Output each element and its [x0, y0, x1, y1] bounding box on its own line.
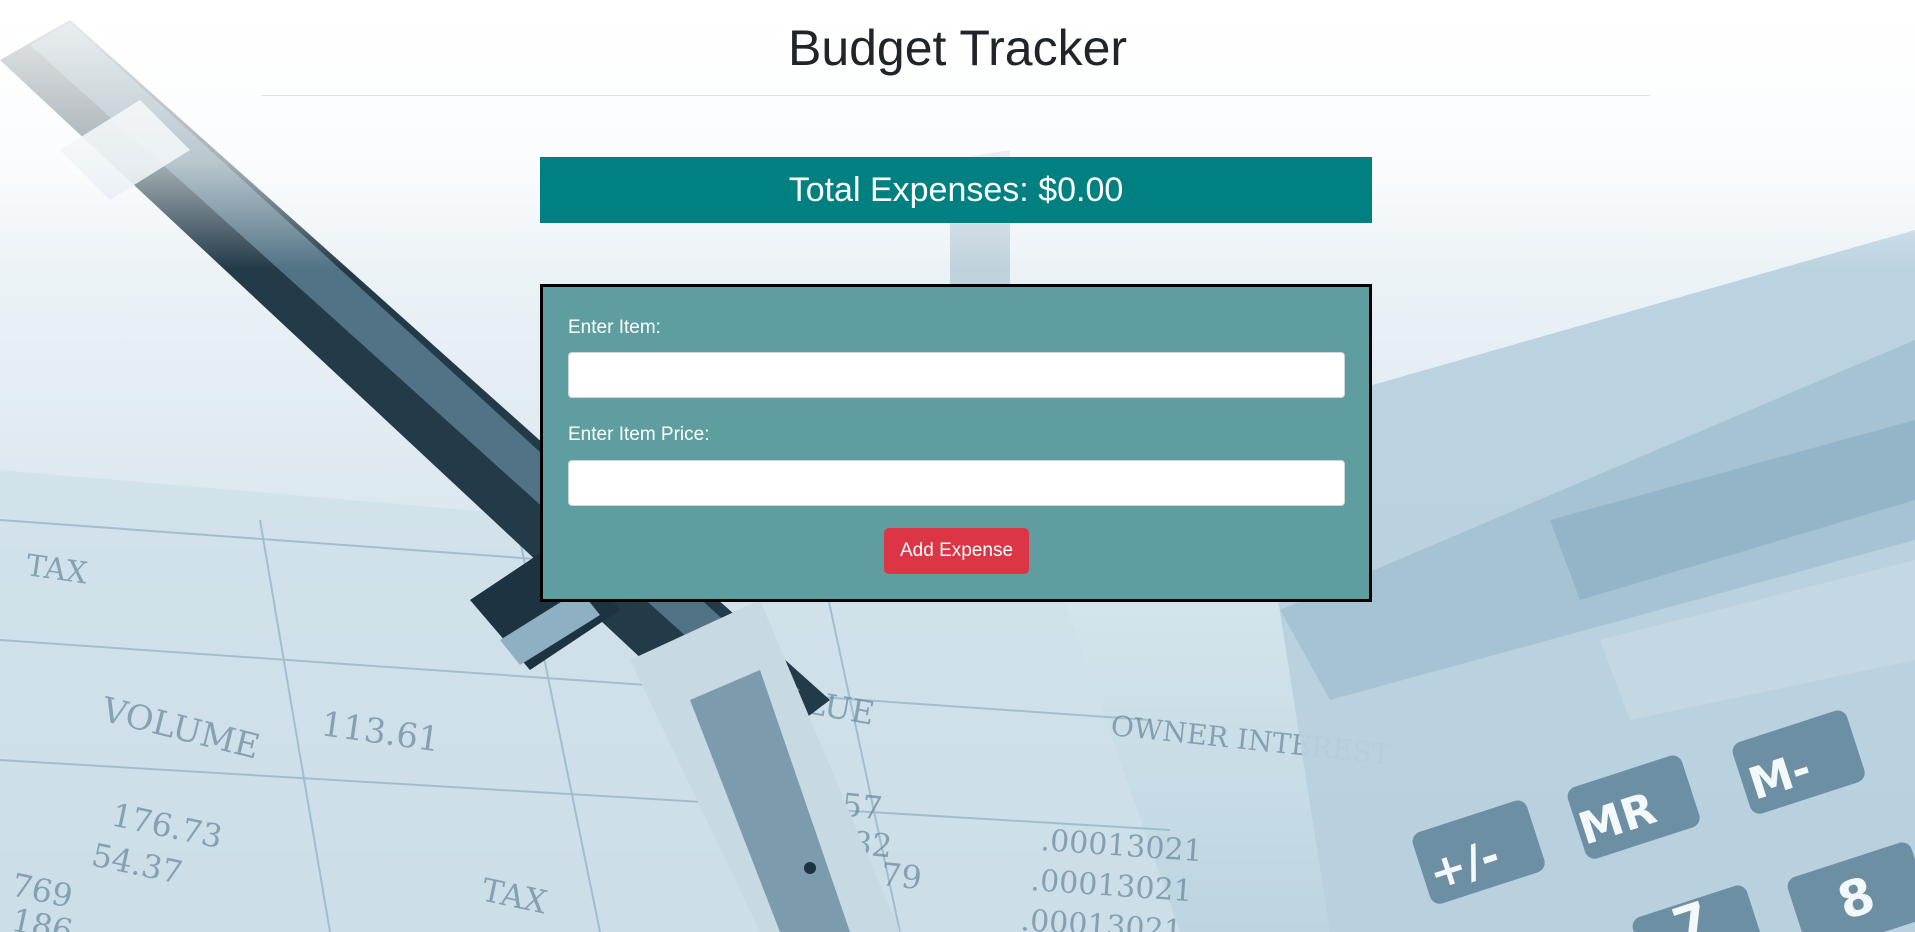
item-price-input[interactable]: [568, 460, 1345, 506]
page-title: Budget Tracker: [787, 20, 1128, 76]
item-input[interactable]: [568, 352, 1345, 398]
item-price-label: Enter Item Price:: [568, 424, 710, 445]
total-expenses-label: Total Expenses:: [788, 170, 1029, 209]
total-expenses-amount: $0.00: [1038, 170, 1124, 209]
expense-form: Enter Item: Enter Item Price: Add Expens…: [540, 284, 1372, 602]
title-divider: [262, 95, 1650, 96]
add-expense-button[interactable]: Add Expense: [884, 528, 1029, 574]
item-label: Enter Item:: [568, 317, 661, 338]
total-expenses-banner: Total Expenses: $0.00: [540, 157, 1372, 223]
